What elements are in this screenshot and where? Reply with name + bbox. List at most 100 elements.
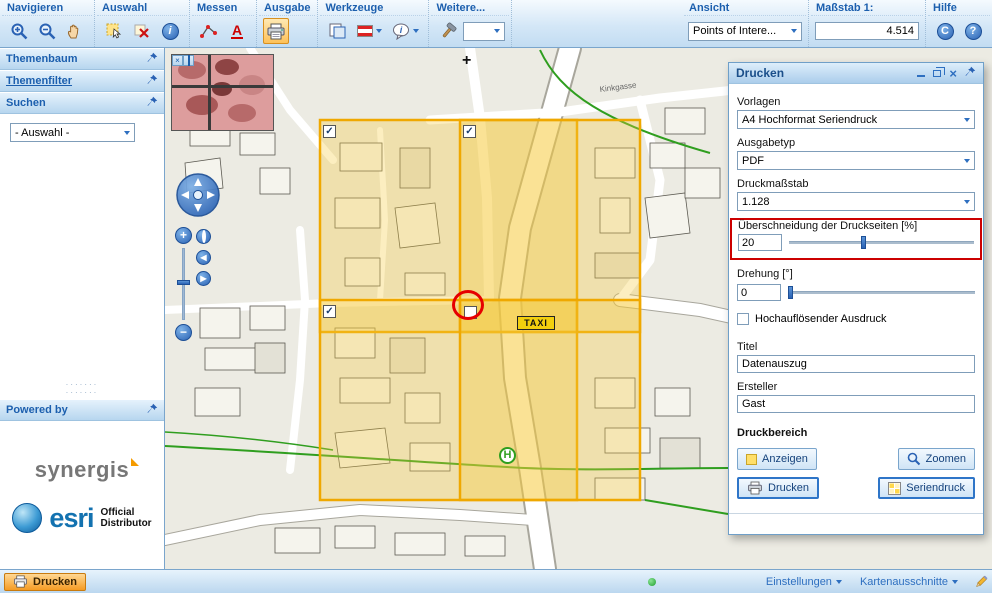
toolbar-group-navigieren: Navigieren <box>0 0 95 47</box>
clear-selection-button[interactable] <box>129 18 155 44</box>
anzeigen-button[interactable]: Anzeigen <box>737 448 817 470</box>
toolbar-group-ausgabe: Ausgabe <box>257 0 318 47</box>
hochaufloesend-label: Hochauflösender Ausdruck <box>755 313 886 325</box>
page-1-checkbox[interactable]: ✓ <box>323 125 336 138</box>
sidebar-item-powered-by[interactable]: Powered by <box>0 399 164 421</box>
page-2-checkbox[interactable]: ✓ <box>463 125 476 138</box>
drehung-slider[interactable] <box>788 286 975 299</box>
einstellungen-menu[interactable]: Einstellungen <box>766 576 842 588</box>
print-button-toolbar[interactable] <box>263 18 289 44</box>
austria-flag-icon <box>357 25 373 37</box>
maptip-balloon-icon: i <box>392 22 411 40</box>
kartenausschnitte-menu[interactable]: Kartenausschnitte <box>860 576 958 588</box>
pin-icon[interactable] <box>147 52 158 66</box>
compass-pad[interactable] <box>175 172 221 218</box>
copy-map-button[interactable] <box>324 18 350 44</box>
zoom-slider[interactable] <box>177 248 190 320</box>
titel-input[interactable] <box>737 355 975 373</box>
group-label-ansicht: Ansicht <box>684 1 806 16</box>
measure-area-button[interactable]: A <box>224 18 250 44</box>
ueberschneidung-slider[interactable] <box>789 236 974 249</box>
drehung-input[interactable] <box>737 284 781 301</box>
minimize-icon[interactable] <box>917 69 925 77</box>
show-area-icon <box>746 454 757 465</box>
toolbar-group-hilfe: Hilfe C ? <box>926 0 992 47</box>
zoom-out-button[interactable] <box>34 18 60 44</box>
ersteller-input[interactable] <box>737 395 975 413</box>
toolbar-group-messen: Messen A <box>190 0 257 47</box>
status-indicator-dot <box>648 578 656 586</box>
pin-icon[interactable] <box>147 96 158 110</box>
chevron-down-icon <box>413 29 419 33</box>
print-page-4[interactable] <box>460 300 640 500</box>
hochaufloesend-checkbox[interactable] <box>737 313 749 325</box>
zoom-in-round-button[interactable]: + <box>175 227 192 244</box>
map-crosshair: + <box>462 52 471 70</box>
ueberschneidung-input[interactable] <box>738 234 782 251</box>
pin-icon[interactable] <box>965 66 976 80</box>
drucken-tab[interactable]: Drucken <box>4 573 86 591</box>
next-extent-button[interactable]: ▶ <box>196 271 211 286</box>
sidebar-item-suchen[interactable]: Suchen <box>0 92 164 114</box>
ersteller-label: Ersteller <box>737 381 975 393</box>
overview-close-button[interactable]: × <box>172 55 183 66</box>
seriendruck-button[interactable]: Seriendruck <box>878 477 975 499</box>
esri-official-label: Official <box>100 507 134 518</box>
zoomen-button[interactable]: Zoomen <box>898 448 975 470</box>
tools-button[interactable] <box>435 18 461 44</box>
chevron-down-icon <box>964 159 970 163</box>
sidebar-item-themenbaum[interactable]: Themenbaum <box>0 48 164 70</box>
drucken-panel-titlebar: Drucken × <box>729 63 983 84</box>
vorlagen-dropdown[interactable]: A4 Hochformat Seriendruck <box>737 110 975 129</box>
chevron-down-icon <box>964 200 970 204</box>
zoom-out-round-button[interactable]: − <box>175 324 192 341</box>
drucken-button[interactable]: Drucken <box>737 477 819 499</box>
overview-resize-button[interactable] <box>183 55 194 66</box>
overview-map[interactable]: × <box>171 54 274 131</box>
pan-button[interactable] <box>62 18 88 44</box>
pin-icon[interactable] <box>147 403 158 417</box>
help-button[interactable]: ? <box>960 18 986 44</box>
previous-extent-button[interactable]: ◀ <box>196 250 211 265</box>
close-icon[interactable]: × <box>949 68 957 79</box>
page-3-checkbox[interactable]: ✓ <box>323 305 336 318</box>
zoom-in-button[interactable] <box>6 18 32 44</box>
maptip-button[interactable]: i <box>388 18 422 44</box>
search-selection-value: - Auswahl - <box>15 127 120 139</box>
group-label-messen: Messen <box>192 1 254 16</box>
chevron-down-icon <box>964 118 970 122</box>
restore-icon[interactable] <box>933 70 941 77</box>
chevron-down-icon <box>376 29 382 33</box>
search-selection-dropdown[interactable]: - Auswahl - <box>10 123 135 142</box>
scale-input[interactable] <box>815 22 919 40</box>
language-flag-button[interactable] <box>352 18 386 44</box>
themenbaum-label: Themenbaum <box>6 53 78 65</box>
chevron-down-icon <box>494 29 500 33</box>
ausgabetyp-dropdown[interactable]: PDF <box>737 151 975 170</box>
ueberschneidung-slider-handle[interactable] <box>861 236 866 249</box>
drehung-slider-handle[interactable] <box>788 286 793 299</box>
zoom-in-icon <box>10 22 29 41</box>
weitere-dropdown[interactable] <box>463 22 505 41</box>
druckmassstab-dropdown[interactable]: 1.128 <box>737 192 975 211</box>
chevron-down-icon <box>952 580 958 584</box>
group-label-auswahl: Auswahl <box>97 1 187 16</box>
ansicht-dropdown[interactable]: Points of Intere... <box>688 22 802 41</box>
group-label-weitere: Weitere... <box>431 1 509 16</box>
identify-button[interactable]: i <box>157 18 183 44</box>
compass-center[interactable] <box>194 191 203 200</box>
sidebar-resize-grip[interactable]: ·············· <box>0 379 164 399</box>
zoom-slider-handle[interactable] <box>177 280 190 285</box>
copyright-button[interactable]: C <box>932 18 958 44</box>
synergis-logo: synergis <box>35 457 130 483</box>
extent-icon <box>202 230 206 243</box>
edit-redline-button[interactable] <box>973 574 988 592</box>
help-icon: ? <box>965 23 982 40</box>
pin-icon[interactable] <box>147 74 158 88</box>
measure-distance-button[interactable] <box>196 18 222 44</box>
full-extent-button[interactable] <box>196 229 211 244</box>
select-features-button[interactable] <box>101 18 127 44</box>
overview-map-image <box>172 55 273 130</box>
clear-selection-icon <box>133 22 152 41</box>
sidebar-item-themenfilter[interactable]: Themenfilter <box>0 70 164 92</box>
